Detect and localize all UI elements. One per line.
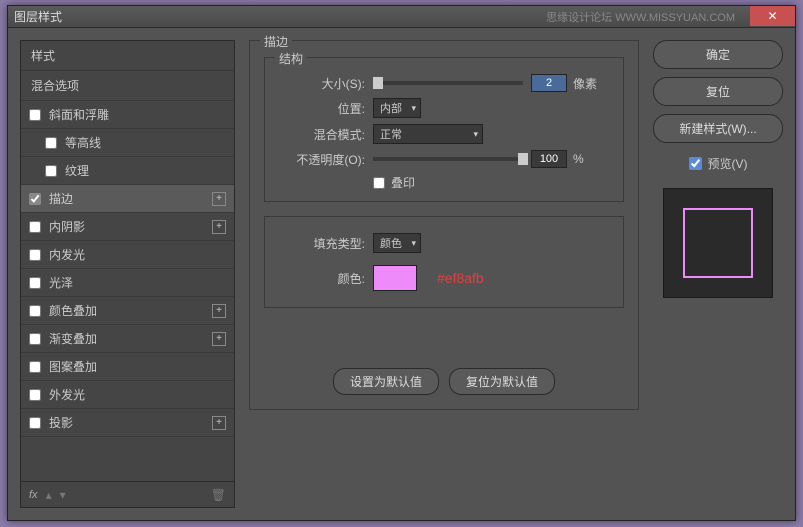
fx-icon[interactable]: fx — [29, 489, 38, 501]
preview-swatch — [683, 208, 753, 278]
effect-pattern-overlay[interactable]: 图案叠加 — [21, 353, 234, 381]
effect-drop-shadow[interactable]: 投影+ — [21, 409, 234, 437]
contour-checkbox[interactable] — [45, 137, 57, 149]
effect-satin[interactable]: 光泽 — [21, 269, 234, 297]
effect-inner-glow[interactable]: 内发光 — [21, 241, 234, 269]
hex-annotation: #ef8afb — [437, 270, 484, 286]
effect-inner-shadow[interactable]: 内阴影+ — [21, 213, 234, 241]
texture-checkbox[interactable] — [45, 165, 57, 177]
fill-group: 填充类型: 颜色 颜色: #ef8afb — [264, 216, 624, 308]
overprint-checkbox[interactable] — [373, 177, 385, 189]
color-swatch[interactable] — [373, 265, 417, 291]
overprint-label: 叠印 — [391, 174, 415, 191]
size-slider-thumb[interactable] — [373, 77, 383, 89]
add-gradient-overlay-icon[interactable]: + — [212, 332, 226, 346]
size-input[interactable] — [531, 74, 567, 92]
add-inner-shadow-icon[interactable]: + — [212, 220, 226, 234]
stroke-checkbox[interactable] — [29, 193, 41, 205]
blend-mode-dropdown[interactable]: 正常 — [373, 124, 483, 144]
satin-checkbox[interactable] — [29, 277, 41, 289]
titlebar: 图层样式 思缘设计论坛 WWW.MISSYUAN.COM ✕ — [8, 6, 795, 28]
arrow-up-icon[interactable]: ▴ — [46, 488, 52, 502]
styles-header[interactable]: 样式 — [21, 41, 234, 71]
effect-contour[interactable]: 等高线 — [21, 129, 234, 157]
filltype-label: 填充类型: — [275, 235, 365, 252]
effect-bevel[interactable]: 斜面和浮雕 — [21, 101, 234, 129]
add-drop-shadow-icon[interactable]: + — [212, 416, 226, 430]
blend-options-header[interactable]: 混合选项 — [21, 71, 234, 101]
opacity-slider-thumb[interactable] — [518, 153, 528, 165]
add-stroke-icon[interactable]: + — [212, 192, 226, 206]
preview-label: 预览(V) — [708, 155, 748, 172]
layer-style-dialog: 图层样式 思缘设计论坛 WWW.MISSYUAN.COM ✕ 样式 混合选项 斜… — [7, 5, 796, 521]
opacity-input[interactable] — [531, 150, 567, 168]
styles-panel: 样式 混合选项 斜面和浮雕 等高线 纹理 描边+ 内阴影+ 内发光 光泽 颜色叠… — [20, 40, 235, 508]
inner-glow-checkbox[interactable] — [29, 249, 41, 261]
pattern-overlay-checkbox[interactable] — [29, 361, 41, 373]
blend-mode-label: 混合模式: — [275, 126, 365, 143]
opacity-slider[interactable] — [373, 157, 523, 161]
filltype-dropdown[interactable]: 颜色 — [373, 233, 421, 253]
effect-color-overlay[interactable]: 颜色叠加+ — [21, 297, 234, 325]
size-slider[interactable] — [373, 81, 523, 85]
reset-default-button[interactable]: 复位为默认值 — [449, 368, 555, 395]
ok-button[interactable]: 确定 — [653, 40, 783, 69]
action-panel: 确定 复位 新建样式(W)... 预览(V) — [653, 40, 783, 508]
drop-shadow-checkbox[interactable] — [29, 417, 41, 429]
styles-list: 样式 混合选项 斜面和浮雕 等高线 纹理 描边+ 内阴影+ 内发光 光泽 颜色叠… — [20, 40, 235, 482]
dialog-content: 样式 混合选项 斜面和浮雕 等高线 纹理 描边+ 内阴影+ 内发光 光泽 颜色叠… — [8, 28, 795, 520]
close-button[interactable]: ✕ — [750, 6, 795, 26]
new-style-button[interactable]: 新建样式(W)... — [653, 114, 783, 143]
size-label: 大小(S): — [275, 75, 365, 92]
styles-footer: fx ▴ ▾ 🗑 — [20, 482, 235, 508]
window-title: 图层样式 — [14, 8, 62, 25]
settings-panel: 描边 结构 大小(S): 像素 位置: 内部 混合模式: — [249, 40, 639, 508]
size-unit: 像素 — [573, 75, 597, 92]
color-overlay-checkbox[interactable] — [29, 305, 41, 317]
outer-glow-checkbox[interactable] — [29, 389, 41, 401]
effect-outer-glow[interactable]: 外发光 — [21, 381, 234, 409]
set-default-button[interactable]: 设置为默认值 — [333, 368, 439, 395]
arrow-down-icon[interactable]: ▾ — [60, 488, 66, 502]
add-color-overlay-icon[interactable]: + — [212, 304, 226, 318]
effect-texture[interactable]: 纹理 — [21, 157, 234, 185]
position-label: 位置: — [275, 100, 365, 117]
stroke-group-title: 描边 — [260, 33, 292, 50]
opacity-unit: % — [573, 152, 584, 166]
preview-checkbox[interactable] — [689, 157, 702, 170]
cancel-button[interactable]: 复位 — [653, 77, 783, 106]
opacity-label: 不透明度(O): — [275, 151, 365, 168]
position-dropdown[interactable]: 内部 — [373, 98, 421, 118]
bevel-checkbox[interactable] — [29, 109, 41, 121]
structure-title: 结构 — [275, 50, 307, 67]
structure-group: 结构 大小(S): 像素 位置: 内部 混合模式: 正常 — [264, 57, 624, 202]
stroke-group: 描边 结构 大小(S): 像素 位置: 内部 混合模式: — [249, 40, 639, 410]
watermark-text: 思缘设计论坛 WWW.MISSYUAN.COM — [546, 9, 735, 25]
color-label: 颜色: — [275, 270, 365, 287]
preview-box — [663, 188, 773, 298]
inner-shadow-checkbox[interactable] — [29, 221, 41, 233]
gradient-overlay-checkbox[interactable] — [29, 333, 41, 345]
effect-gradient-overlay[interactable]: 渐变叠加+ — [21, 325, 234, 353]
effect-stroke[interactable]: 描边+ — [21, 185, 234, 213]
trash-icon[interactable]: 🗑 — [211, 488, 226, 502]
